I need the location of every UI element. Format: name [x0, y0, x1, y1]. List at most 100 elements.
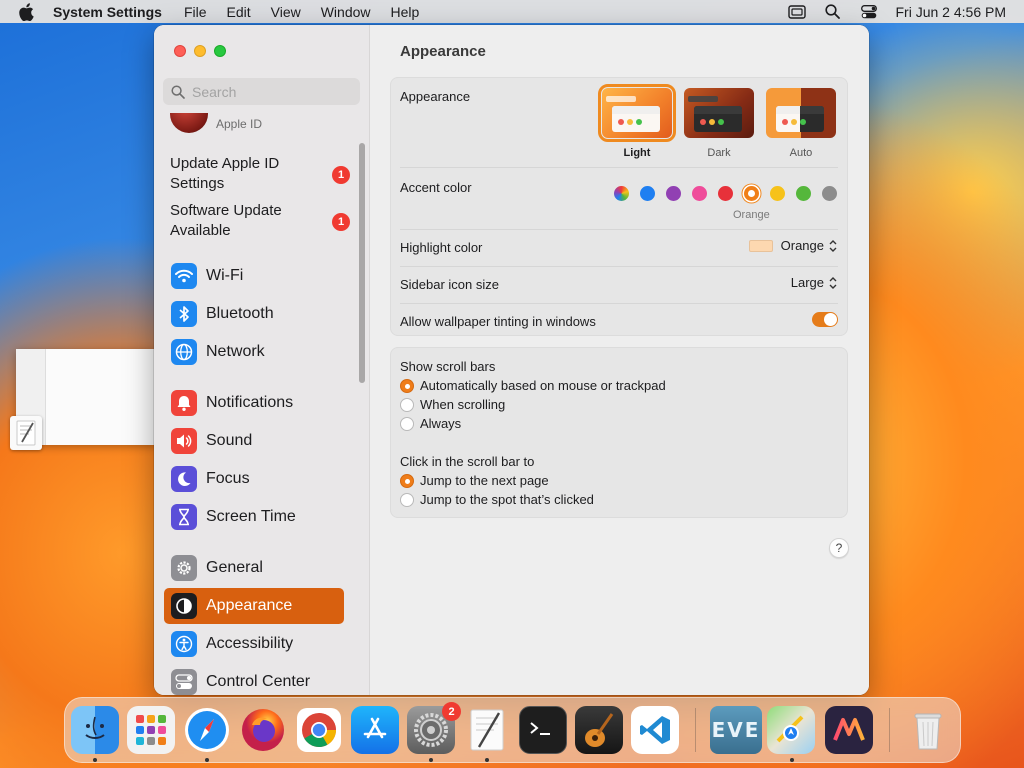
dock-firefox[interactable] — [239, 706, 287, 754]
menu-bar: System Settings File Edit View Window He… — [0, 0, 1024, 23]
chevron-updown-icon — [828, 239, 838, 253]
accent-swatch-graphite[interactable] — [822, 186, 837, 201]
maps-icon — [776, 715, 804, 743]
dock-system-settings[interactable]: 2 — [407, 702, 461, 754]
sidebar-item-wifi[interactable]: Wi-Fi — [164, 258, 344, 294]
appearance-settings-card: Appearance Light Dark Auto Accent color … — [390, 77, 848, 336]
software-update-notice[interactable]: Software Update Available 1 — [170, 201, 350, 241]
accent-swatch-multicolor[interactable] — [614, 186, 629, 201]
dock-chrome[interactable] — [295, 706, 343, 754]
update-apple-id-notice[interactable]: Update Apple ID Settings 1 — [170, 154, 350, 194]
radio-label: Jump to the next page — [420, 473, 549, 488]
accent-swatch-purple[interactable] — [666, 186, 681, 201]
dock-finder[interactable] — [71, 706, 119, 754]
window-controls — [174, 45, 226, 57]
accent-color-label: Accent color — [400, 180, 472, 195]
search-input[interactable] — [192, 83, 352, 100]
notice-badge: 1 — [332, 166, 350, 184]
dock-app-store[interactable] — [351, 706, 399, 754]
sidebar-icon-size-popup[interactable]: Large — [791, 275, 838, 290]
sidebar-item-label: Sound — [206, 432, 253, 449]
accent-swatch-pink[interactable] — [692, 186, 707, 201]
finder-icon — [85, 716, 105, 739]
sidebar-item-sound[interactable]: Sound — [164, 423, 344, 459]
light-theme-thumbnail — [598, 84, 676, 142]
menu-edit[interactable]: Edit — [227, 4, 251, 20]
textedit-document-icon[interactable] — [10, 416, 42, 450]
terminal-prompt-icon — [530, 722, 550, 735]
dock-eve[interactable]: EVE — [710, 706, 762, 754]
sidebar-scrollbar[interactable] — [359, 143, 365, 383]
scroll-bars-option-when-scrolling[interactable]: When scrolling — [400, 397, 505, 412]
accent-swatch-green[interactable] — [796, 186, 811, 201]
sidebar-item-bluetooth[interactable]: Bluetooth — [164, 296, 344, 332]
zoom-window-button[interactable] — [214, 45, 226, 57]
menubar-clock[interactable]: Fri Jun 2 4:56 PM — [896, 4, 1007, 20]
dock-launchpad[interactable] — [127, 706, 175, 754]
running-indicator — [205, 758, 209, 762]
apple-menu-icon[interactable] — [18, 2, 36, 21]
sidebar-item-accessibility[interactable]: Accessibility — [164, 626, 344, 662]
apple-id-item[interactable]: Apple ID — [170, 113, 360, 135]
settings-sidebar: Apple ID Update Apple ID Settings 1 Soft… — [154, 25, 370, 695]
screen-mirroring-icon[interactable] — [787, 4, 806, 20]
sidebar-item-general[interactable]: General — [164, 550, 344, 586]
highlight-color-label: Highlight color — [400, 240, 483, 255]
scroll-bars-option-always[interactable]: Always — [400, 416, 461, 431]
help-button[interactable]: ? — [829, 538, 849, 558]
radio-button[interactable] — [400, 397, 414, 412]
click-scroll-bar-label: Click in the scroll bar to — [400, 454, 535, 469]
wallpaper-tinting-toggle[interactable] — [812, 312, 838, 327]
dark-theme-thumbnail — [684, 88, 754, 138]
menu-window[interactable]: Window — [321, 4, 371, 20]
menu-file[interactable]: File — [184, 4, 207, 20]
safari-compass-icon — [185, 708, 229, 752]
dock-garageband[interactable] — [575, 706, 623, 754]
accent-swatch-red[interactable] — [718, 186, 733, 201]
theme-option-dark[interactable]: Dark — [684, 88, 754, 159]
click-option-spot-clicked[interactable]: Jump to the spot that’s clicked — [400, 492, 594, 507]
page-title: Appearance — [400, 43, 486, 60]
sidebar-item-notifications[interactable]: Notifications — [164, 385, 344, 421]
accent-swatch-blue[interactable] — [640, 186, 655, 201]
menu-view[interactable]: View — [271, 4, 301, 20]
sidebar-item-control-center[interactable]: Control Center — [164, 664, 344, 695]
running-indicator — [429, 758, 433, 762]
sidebar-item-label: Wi-Fi — [206, 267, 244, 284]
highlight-color-popup[interactable]: Orange — [748, 238, 838, 253]
sidebar-item-network[interactable]: Network — [164, 334, 344, 370]
dock-maps[interactable] — [767, 706, 815, 754]
sidebar-item-focus[interactable]: Focus — [164, 461, 344, 497]
accent-swatch-orange[interactable] — [744, 186, 759, 201]
menu-app-name[interactable]: System Settings — [53, 4, 162, 20]
radio-button[interactable] — [400, 416, 414, 431]
dock-terminal[interactable] — [519, 706, 567, 754]
gear-icon — [171, 555, 197, 581]
theme-option-auto[interactable]: Auto — [766, 88, 836, 159]
sidebar-search[interactable] — [163, 78, 360, 105]
accent-swatch-yellow[interactable] — [770, 186, 785, 201]
radio-button[interactable] — [400, 492, 414, 507]
close-window-button[interactable] — [174, 45, 186, 57]
dock-mimestream[interactable] — [825, 706, 873, 754]
bell-icon — [171, 390, 197, 416]
radio-button[interactable] — [400, 378, 414, 393]
dock-textedit[interactable] — [463, 706, 511, 754]
theme-option-light[interactable]: Light — [598, 84, 676, 159]
dock-vscode[interactable] — [631, 706, 679, 754]
menu-help[interactable]: Help — [391, 4, 420, 20]
minimize-window-button[interactable] — [194, 45, 206, 57]
app-store-icon — [363, 717, 387, 739]
click-option-next-page[interactable]: Jump to the next page — [400, 473, 549, 488]
dock-safari[interactable] — [183, 706, 231, 754]
sidebar-icon-size-label: Sidebar icon size — [400, 277, 499, 292]
dock-trash[interactable] — [904, 706, 952, 754]
spotlight-search-icon[interactable] — [824, 4, 842, 20]
control-center-menu-icon[interactable] — [860, 4, 878, 20]
scroll-bars-option-automatic[interactable]: Automatically based on mouse or trackpad — [400, 378, 666, 393]
radio-button[interactable] — [400, 473, 414, 488]
sidebar-item-screen-time[interactable]: Screen Time — [164, 499, 344, 535]
apple-id-label: Apple ID — [216, 117, 263, 131]
theme-label: Auto — [789, 147, 813, 159]
sidebar-item-appearance[interactable]: Appearance — [164, 588, 344, 624]
